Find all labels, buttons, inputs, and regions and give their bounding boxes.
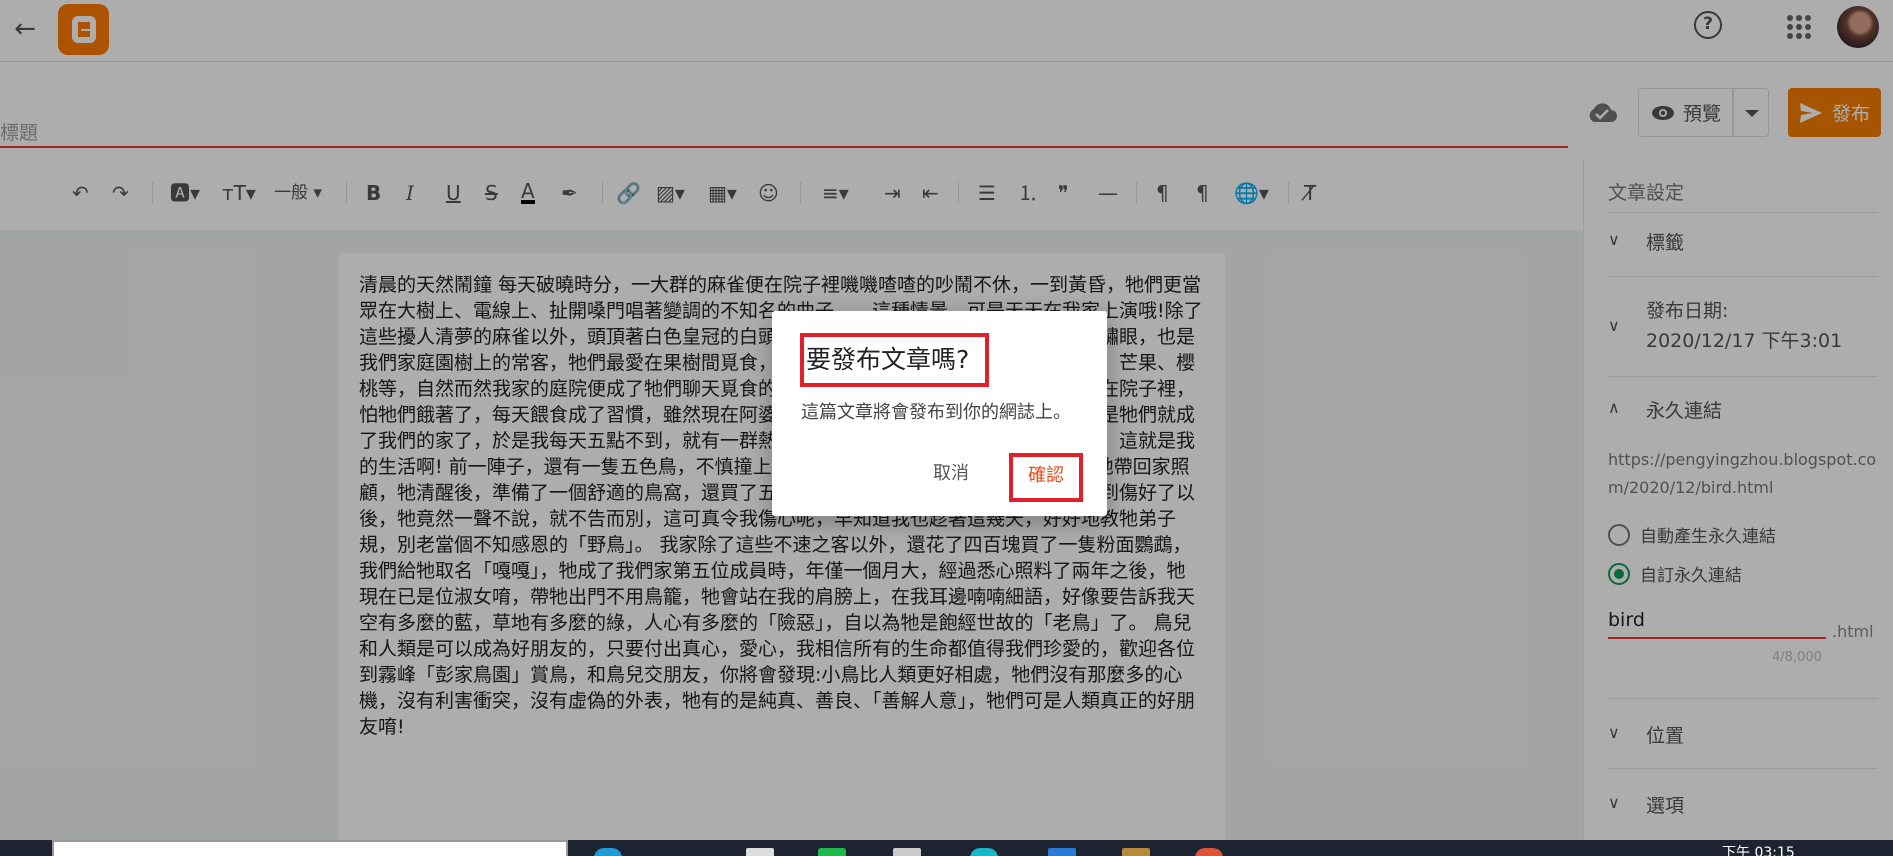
taskbar-clock: 下午 03:15 — [1722, 845, 1795, 856]
app-icon[interactable] — [1195, 848, 1223, 856]
taskbar-search-box[interactable] — [52, 840, 568, 856]
media-icon[interactable] — [1122, 848, 1150, 856]
dialog-title: 要發布文章嗎? — [800, 333, 989, 387]
browser-icon[interactable] — [970, 848, 998, 856]
document-icon[interactable] — [893, 848, 921, 856]
file-icon[interactable] — [746, 848, 774, 856]
cancel-button[interactable]: 取消 — [926, 459, 976, 489]
edge-icon[interactable] — [594, 848, 622, 856]
confirm-button[interactable]: 確認 — [1009, 453, 1083, 502]
line-app-icon[interactable] — [818, 848, 846, 856]
dialog-message: 這篇文章將會發布到你的網誌上。 — [801, 402, 1071, 423]
blogger-editor: ← ? 標題 預覽 發布 ✎▾ ↶ ↷ 🅰▾ тT▾ 一般 ▾ B I U S … — [0, 0, 1893, 856]
mail-icon[interactable] — [1048, 848, 1076, 856]
